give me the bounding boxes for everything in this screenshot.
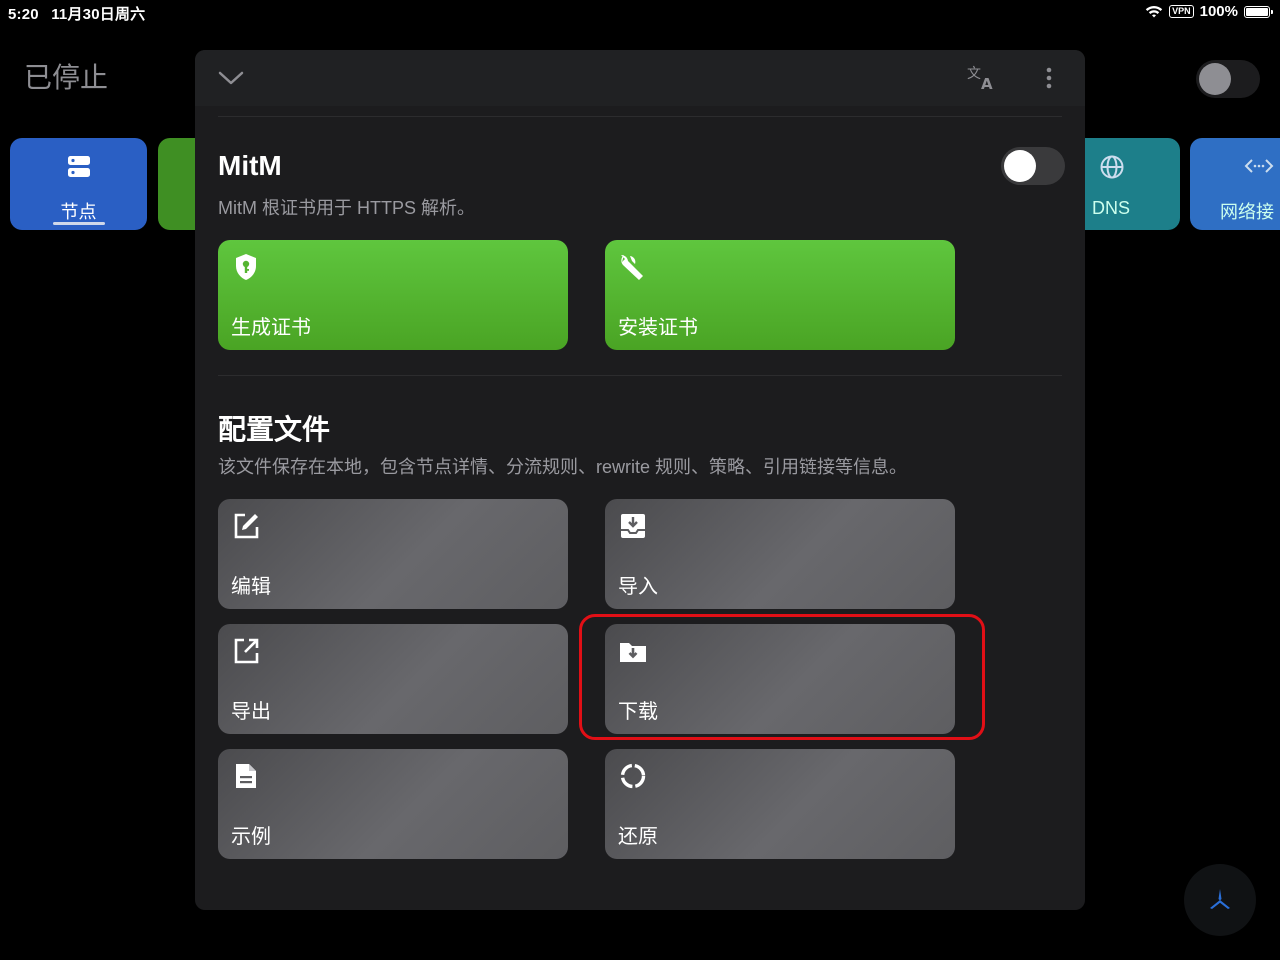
sheet-header: 文 A xyxy=(195,50,1085,106)
tile-active-indicator xyxy=(53,222,105,225)
restore-button[interactable]: 还原 xyxy=(605,749,955,859)
tile-partial[interactable] xyxy=(158,138,198,230)
svg-text:文: 文 xyxy=(967,66,981,82)
import-button[interactable]: 导入 xyxy=(605,499,955,609)
tile-dns[interactable]: DNS xyxy=(1085,138,1180,230)
more-button[interactable] xyxy=(1033,62,1065,94)
status-left: 5:20 11月30日周六 xyxy=(8,3,153,24)
globe-icon xyxy=(1100,155,1124,179)
import-label: 导入 xyxy=(618,576,658,598)
import-icon xyxy=(621,514,645,538)
fab-button[interactable] xyxy=(1184,864,1256,936)
mitm-title: MitM xyxy=(218,150,282,181)
tile-network-label: 网络接 xyxy=(1220,202,1274,222)
connection-status-title: 已停止 xyxy=(24,62,109,93)
tile-network[interactable]: 网络接 xyxy=(1190,138,1280,230)
status-right: VPN 100% xyxy=(1145,3,1273,20)
section-divider xyxy=(218,375,1062,376)
status-date: 11月30日周六 xyxy=(51,6,146,23)
edit-button[interactable]: 编辑 xyxy=(218,499,568,609)
shield-key-icon xyxy=(236,254,256,280)
profile-description: 该文件保存在本地，包含节点详情、分流规则、rewrite 规则、策略、引用链接等… xyxy=(218,457,908,477)
mitm-toggle[interactable] xyxy=(1001,147,1065,185)
battery-percent: 100% xyxy=(1199,3,1238,20)
top-divider xyxy=(218,116,1062,117)
restore-label: 还原 xyxy=(618,826,658,848)
vpn-badge: VPN xyxy=(1169,5,1194,18)
tile-nodes-label: 节点 xyxy=(60,202,97,222)
edit-icon xyxy=(234,513,259,539)
code-arrows-icon xyxy=(1244,159,1274,173)
status-bar: 5:20 11月30日周六 VPN 100% xyxy=(0,0,1280,26)
more-vertical-icon xyxy=(1046,67,1052,89)
restore-icon xyxy=(620,763,646,789)
status-time: 5:20 xyxy=(8,6,39,23)
document-icon xyxy=(236,764,256,788)
server-icon xyxy=(67,156,90,177)
translate-icon: 文 A xyxy=(967,66,993,92)
tile-dns-label: DNS xyxy=(1092,198,1131,218)
export-icon xyxy=(234,638,259,664)
highlight-annotation xyxy=(579,614,985,740)
translate-button[interactable]: 文 A xyxy=(965,62,997,94)
settings-sheet: 文 A MitM MitM 根证书用于 HTTPS 解析。 生成证书 安装证书 xyxy=(195,50,1085,910)
svg-text:A: A xyxy=(981,75,993,92)
connection-toggle[interactable] xyxy=(1196,60,1260,98)
wifi-icon xyxy=(1145,5,1163,17)
edit-label: 编辑 xyxy=(231,576,271,598)
collapse-button[interactable] xyxy=(215,62,247,94)
mitm-description: MitM 根证书用于 HTTPS 解析。 xyxy=(218,198,475,218)
generate-cert-label: 生成证书 xyxy=(231,317,311,339)
generate-cert-button[interactable]: 生成证书 xyxy=(218,240,568,350)
profile-title: 配置文件 xyxy=(218,414,331,445)
logo-icon xyxy=(1210,889,1230,909)
export-label: 导出 xyxy=(231,701,271,723)
example-button[interactable]: 示例 xyxy=(218,749,568,859)
chevron-down-icon xyxy=(218,71,244,85)
install-cert-button[interactable]: 安装证书 xyxy=(605,240,955,350)
example-label: 示例 xyxy=(231,826,271,848)
tile-nodes[interactable]: 节点 xyxy=(10,138,147,230)
export-button[interactable]: 导出 xyxy=(218,624,568,734)
install-cert-label: 安装证书 xyxy=(618,317,698,339)
battery-icon xyxy=(1244,5,1273,18)
wrench-icon xyxy=(621,254,643,280)
